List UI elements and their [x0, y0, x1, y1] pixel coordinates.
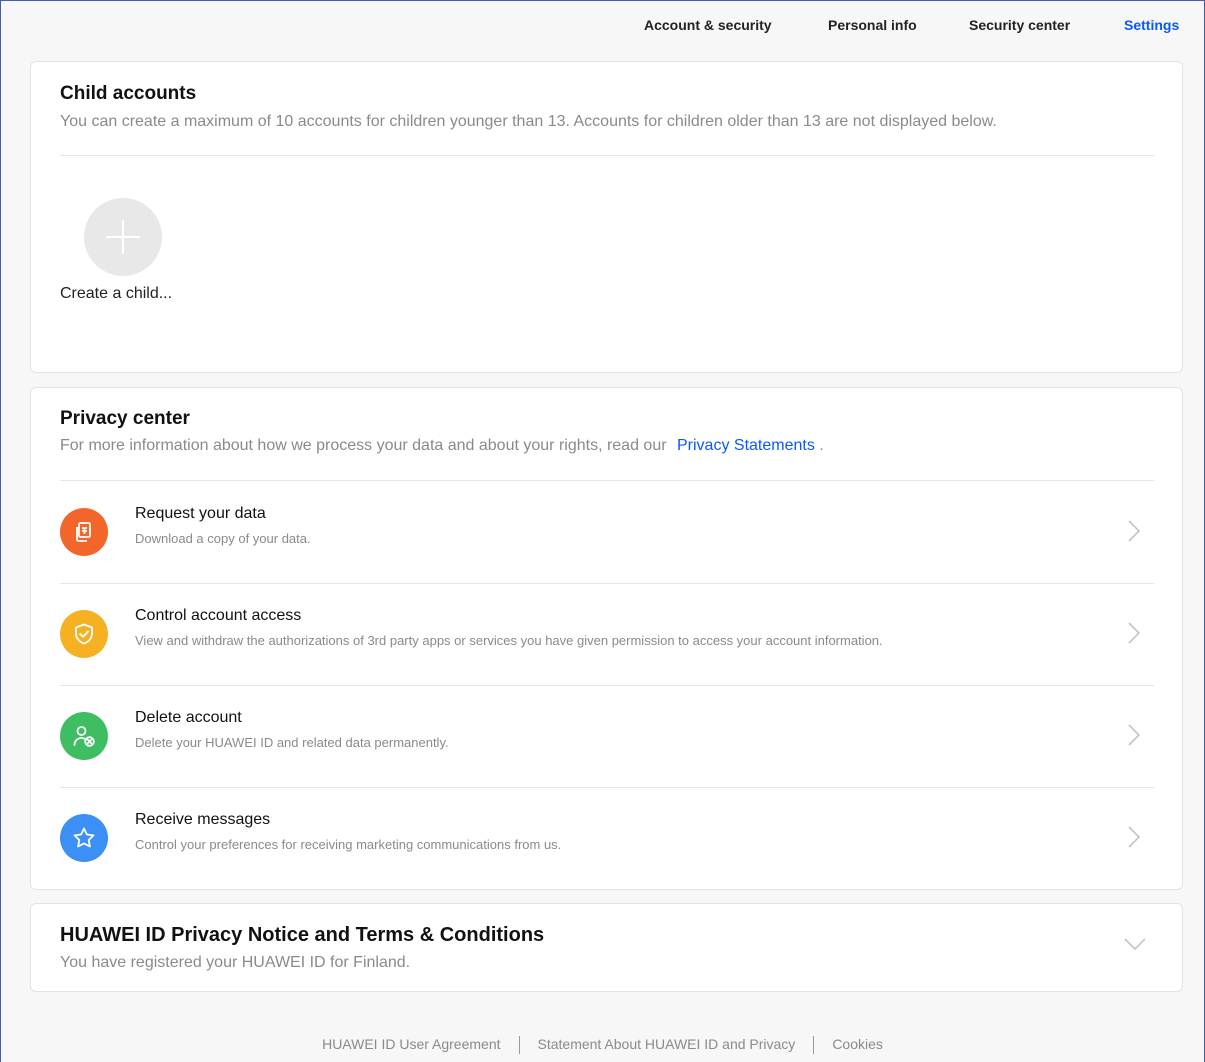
- control-access-title: Control account access: [135, 607, 302, 624]
- top-nav: Account & security Personal info Securit…: [0, 0, 1205, 54]
- footer-separator: [813, 1036, 815, 1055]
- terms-card[interactable]: HUAWEI ID Privacy Notice and Terms & Con…: [30, 903, 1183, 992]
- user-remove-icon: [60, 712, 108, 760]
- cookies-link[interactable]: Cookies: [832, 1036, 883, 1052]
- receive-messages-row[interactable]: Receive messages Control your preference…: [60, 787, 1154, 889]
- child-accounts-subtitle: You can create a maximum of 10 accounts …: [60, 113, 997, 130]
- create-child-label[interactable]: Create a child...: [60, 285, 172, 303]
- request-data-row[interactable]: Request your data Download a copy of you…: [60, 481, 1154, 583]
- terms-title: HUAWEI ID Privacy Notice and Terms & Con…: [60, 924, 545, 946]
- delete-account-desc: Delete your HUAWEI ID and related data p…: [135, 735, 449, 750]
- user-agreement-link[interactable]: HUAWEI ID User Agreement: [322, 1036, 500, 1052]
- control-access-desc: View and withdraw the authorizations of …: [135, 633, 883, 648]
- child-accounts-title: Child accounts: [60, 83, 197, 104]
- chevron-right-icon: [1128, 520, 1140, 542]
- control-access-row[interactable]: Control account access View and withdraw…: [60, 583, 1154, 685]
- footer: HUAWEI ID User Agreement Statement About …: [0, 1036, 1205, 1055]
- nav-personal-info[interactable]: Personal info: [828, 17, 917, 33]
- privacy-statements-link[interactable]: Privacy Statements: [677, 437, 815, 454]
- privacy-center-subtitle: For more information about how we proces…: [60, 437, 824, 455]
- nav-account-security[interactable]: Account & security: [644, 17, 772, 33]
- delete-account-title: Delete account: [135, 709, 242, 726]
- footer-separator: [518, 1036, 520, 1055]
- child-accounts-card: Child accounts You can create a maximum …: [30, 61, 1183, 373]
- privacy-center-card: Privacy center For more information abou…: [30, 387, 1183, 890]
- privacy-center-title: Privacy center: [60, 408, 190, 429]
- terms-subtitle: You have registered your HUAWEI ID for F…: [60, 954, 411, 971]
- chevron-right-icon: [1128, 826, 1140, 848]
- request-data-desc: Download a copy of your data.: [135, 531, 311, 546]
- add-child-button[interactable]: [84, 198, 162, 276]
- document-copy-icon: [60, 508, 108, 556]
- privacy-subtitle-text: For more information about how we proces…: [60, 437, 667, 454]
- shield-check-icon: [60, 610, 108, 658]
- chevron-right-icon: [1128, 724, 1140, 746]
- chevron-down-icon[interactable]: [1124, 938, 1146, 950]
- receive-messages-desc: Control your preferences for receiving m…: [135, 837, 562, 852]
- privacy-statement-link[interactable]: Statement About HUAWEI ID and Privacy: [538, 1036, 796, 1052]
- request-data-title: Request your data: [135, 505, 266, 522]
- delete-account-row[interactable]: Delete account Delete your HUAWEI ID and…: [60, 685, 1154, 787]
- nav-settings[interactable]: Settings: [1124, 17, 1179, 33]
- privacy-subtitle-period: .: [819, 437, 824, 454]
- receive-messages-title: Receive messages: [135, 811, 271, 828]
- star-icon: [60, 814, 108, 862]
- nav-security-center[interactable]: Security center: [969, 17, 1070, 33]
- chevron-right-icon: [1128, 622, 1140, 644]
- divider: [60, 155, 1154, 156]
